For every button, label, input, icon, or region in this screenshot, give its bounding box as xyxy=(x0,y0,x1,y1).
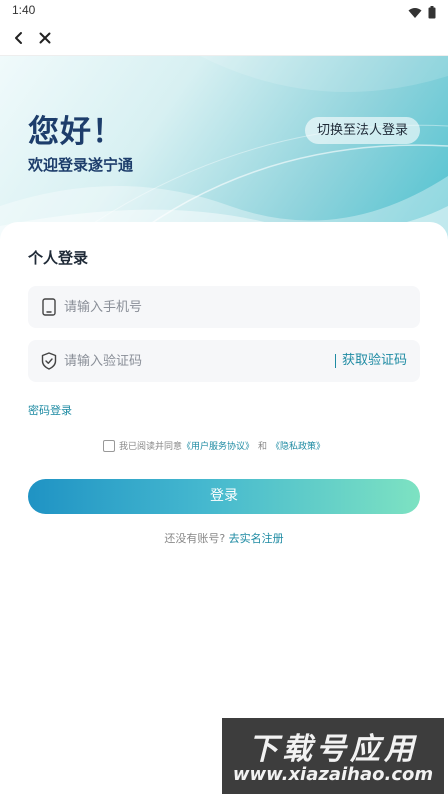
phone-icon xyxy=(39,297,59,317)
close-icon xyxy=(38,30,52,49)
switch-to-corporate-login-button[interactable]: 切换至法人登录 xyxy=(304,117,420,144)
get-code-button[interactable]: 获取验证码 xyxy=(342,340,407,382)
shield-check-icon xyxy=(39,351,59,371)
wifi-icon xyxy=(408,4,422,23)
terms-link[interactable]: 《用户服务协议》 xyxy=(182,439,254,452)
status-bar: 1:40 xyxy=(0,0,448,22)
battery-icon xyxy=(428,4,436,23)
hero-banner: 您好！ 欢迎登录遂宁通 切换至法人登录 xyxy=(0,56,448,246)
agreement-conjunction: 和 xyxy=(258,442,268,452)
back-button[interactable] xyxy=(8,28,30,50)
welcome-subtitle: 欢迎登录遂宁通 xyxy=(28,156,134,174)
agreement-row: 我已阅读并同意 《用户服务协议》 和 《隐私政策》 xyxy=(103,439,325,452)
watermark: 下载号应用 www.xiazaihao.com xyxy=(222,718,444,794)
greeting-title: 您好！ xyxy=(28,114,124,150)
verification-code-input[interactable] xyxy=(64,340,304,382)
phone-field[interactable] xyxy=(28,286,420,328)
privacy-link[interactable]: 《隐私政策》 xyxy=(271,439,325,452)
register-link[interactable]: 去实名注册 xyxy=(229,532,284,545)
status-icons xyxy=(408,4,436,23)
watermark-url: www.xiazaihao.com xyxy=(232,764,434,785)
close-button[interactable] xyxy=(34,28,56,50)
watermark-title: 下载号应用 xyxy=(248,732,418,767)
password-login-link[interactable]: 密码登录 xyxy=(28,402,72,418)
agreement-prefix: 我已阅读并同意 xyxy=(119,442,183,452)
register-prefix: 还没有账号? xyxy=(164,532,226,545)
agreement-checkbox[interactable] xyxy=(103,439,115,452)
phone-input[interactable] xyxy=(64,286,304,328)
hero-wave-decoration xyxy=(0,56,448,246)
login-button[interactable]: 登录 xyxy=(28,479,420,514)
verification-code-field[interactable]: 获取验证码 xyxy=(28,340,420,382)
login-card: 个人登录 获取验证码 密码登录 我已阅读并同意 《用户服务协议》 和 《隐私政策… xyxy=(0,222,448,797)
divider xyxy=(335,354,336,368)
login-button-label: 登录 xyxy=(210,488,238,504)
nav-bar xyxy=(0,22,448,56)
register-row: 还没有账号? 去实名注册 xyxy=(0,530,448,546)
status-time: 1:40 xyxy=(12,3,36,17)
chevron-left-icon xyxy=(12,30,26,49)
section-title: 个人登录 xyxy=(28,249,89,267)
